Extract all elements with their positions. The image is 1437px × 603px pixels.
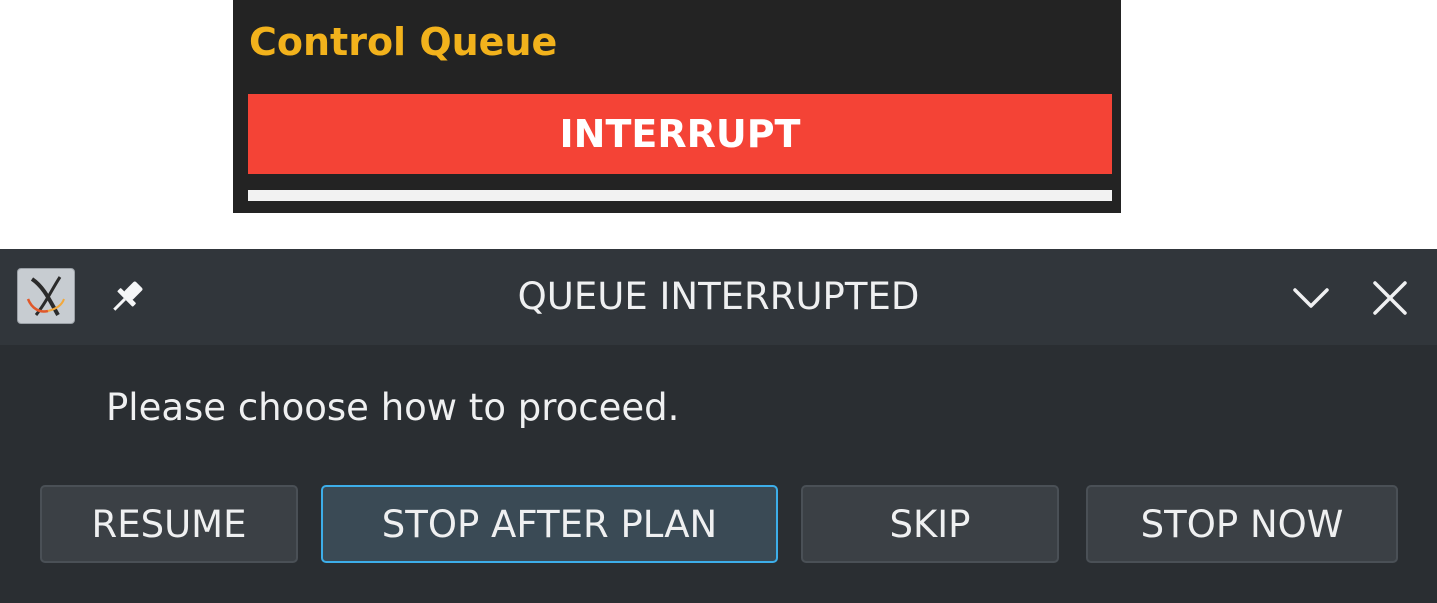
stop-after-plan-button[interactable]: STOP AFTER PLAN [321,485,778,563]
skip-button[interactable]: SKIP [801,485,1059,563]
queue-progress-bar [248,190,1112,201]
pin-icon[interactable] [104,274,150,320]
interrupt-button[interactable]: INTERRUPT [248,94,1112,174]
dialog-titlebar: QUEUE INTERRUPTED [0,249,1437,345]
window-title: QUEUE INTERRUPTED [517,275,920,318]
queue-interrupted-dialog: QUEUE INTERRUPTED Please choose how to p… [0,249,1437,603]
resume-button[interactable]: RESUME [40,485,298,563]
dialog-message: Please choose how to proceed. [106,386,680,429]
control-queue-title: Control Queue [249,20,558,64]
chevron-down-icon[interactable] [1286,273,1336,323]
stop-now-button[interactable]: STOP NOW [1086,485,1398,563]
control-queue-panel: Control Queue INTERRUPT [233,0,1121,213]
close-icon[interactable] [1365,273,1415,323]
app-icon[interactable] [17,268,75,324]
